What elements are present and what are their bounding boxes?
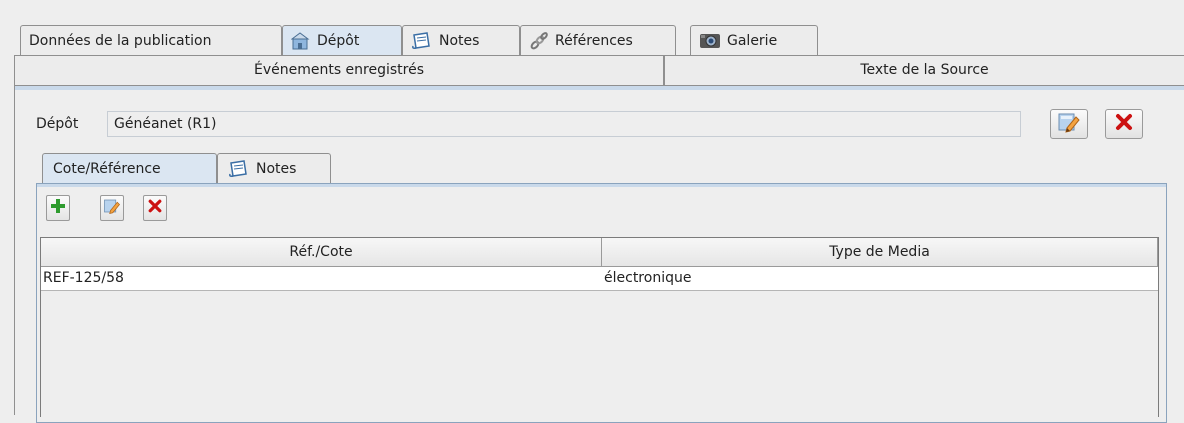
- table-row[interactable]: REF-125/58 électronique: [41, 267, 1158, 291]
- tab-label: Données de la publication: [29, 32, 212, 49]
- tab-galerie[interactable]: Galerie: [690, 25, 818, 55]
- repository-label: Dépôt: [36, 116, 79, 132]
- add-icon: [49, 197, 67, 219]
- tab-label: Texte de la Source: [860, 62, 989, 78]
- repository-field[interactable]: Généanet (R1): [107, 111, 1021, 137]
- tab-label: Événements enregistrés: [253, 62, 425, 78]
- link-icon: [529, 31, 549, 51]
- table-cell-type-media: électronique: [604, 270, 692, 286]
- tab-label: Dépôt: [317, 32, 360, 49]
- edit-icon: [1057, 111, 1081, 137]
- tab-depot[interactable]: Dépôt: [282, 25, 402, 55]
- delete-repository-button[interactable]: [1105, 109, 1143, 139]
- table-cell-ref-cote: REF-125/58: [43, 270, 124, 286]
- edit-reference-button[interactable]: [100, 195, 124, 221]
- edit-repository-button[interactable]: [1050, 109, 1088, 139]
- tab-notes[interactable]: Notes: [402, 25, 520, 55]
- notes-icon: [411, 31, 433, 51]
- edit-icon: [103, 197, 121, 219]
- notes-icon: [228, 159, 250, 179]
- tab-texte-source[interactable]: Texte de la Source: [664, 55, 1184, 85]
- tab-references[interactable]: Références: [520, 25, 676, 55]
- tab-label: Références: [555, 32, 633, 49]
- column-header-ref-cote[interactable]: Réf./Cote: [41, 238, 602, 267]
- add-reference-button[interactable]: [46, 195, 70, 221]
- tab-donnees-publication[interactable]: Données de la publication: [20, 25, 282, 55]
- tab-evenements-enregistres[interactable]: Événements enregistrés: [14, 55, 664, 85]
- tab-label: Cote/Référence: [53, 160, 161, 177]
- panel-selection-bar: [37, 184, 1166, 187]
- delete-reference-button[interactable]: [143, 195, 167, 221]
- tab-cote-reference[interactable]: Cote/Référence: [42, 153, 217, 183]
- reference-table: Réf./Cote Type de Media REF-125/58 élect…: [40, 237, 1159, 417]
- tab-label: Notes: [439, 32, 480, 49]
- tab-label: Galerie: [727, 32, 778, 49]
- gallery-icon: [699, 32, 721, 50]
- delete-icon: [1114, 112, 1134, 136]
- panel-selection-bar: [15, 86, 1184, 90]
- tab-label: Notes: [256, 160, 297, 177]
- delete-icon: [147, 198, 163, 218]
- column-header-type-media[interactable]: Type de Media: [602, 238, 1158, 267]
- tab-inner-notes[interactable]: Notes: [217, 153, 331, 183]
- repository-icon: [291, 31, 311, 50]
